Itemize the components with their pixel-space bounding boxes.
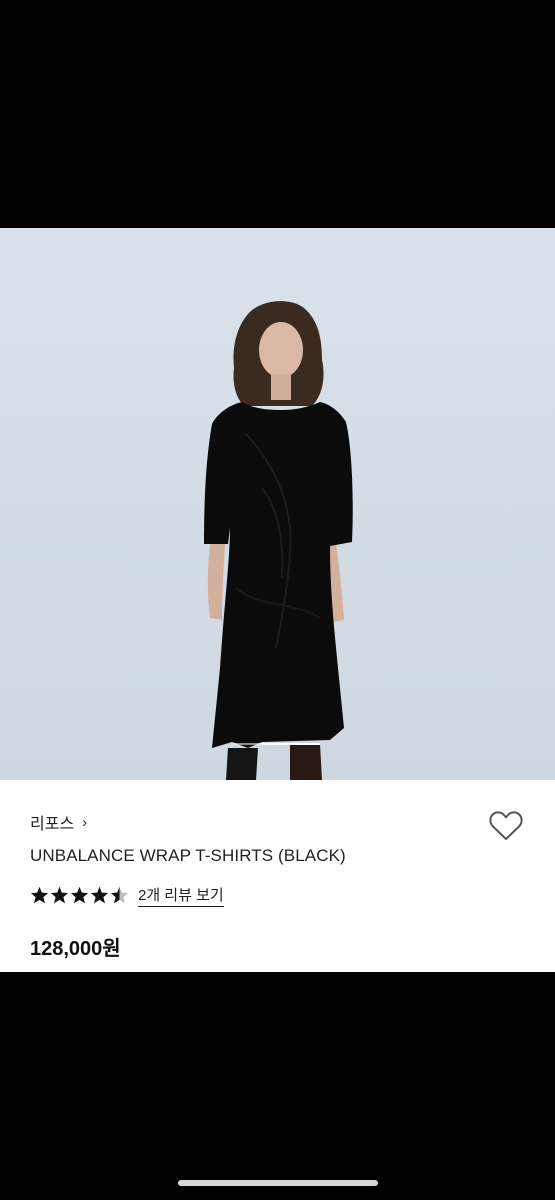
star-icon xyxy=(70,886,89,904)
star-icon xyxy=(30,886,49,904)
product-info-panel: 리포스 › UNBALANCE WRAP T-SHIRTS (BLACK) 2개… xyxy=(0,780,555,972)
rating-row: 2개 리뷰 보기 xyxy=(30,883,224,907)
review-link[interactable]: 2개 리뷰 보기 xyxy=(138,884,224,907)
product-name: UNBALANCE WRAP T-SHIRTS (BLACK) xyxy=(30,846,346,865)
chevron-right-icon: › xyxy=(82,813,88,831)
model-illustration xyxy=(204,301,353,780)
star-rating xyxy=(30,886,129,904)
heart-outline-icon[interactable] xyxy=(488,810,524,842)
brand-name: 리포스 xyxy=(30,816,75,833)
screen: 리포스 › UNBALANCE WRAP T-SHIRTS (BLACK) 2개… xyxy=(0,0,555,1200)
home-indicator[interactable] xyxy=(178,1180,378,1186)
star-icon xyxy=(90,886,109,904)
brand-link[interactable]: 리포스 › xyxy=(30,810,87,834)
carousel-thumb xyxy=(262,743,320,745)
star-half-icon xyxy=(110,886,129,904)
price: 128,000원 xyxy=(30,938,121,960)
star-icon xyxy=(50,886,69,904)
product-image[interactable] xyxy=(0,228,555,780)
carousel-indicator xyxy=(0,743,555,746)
